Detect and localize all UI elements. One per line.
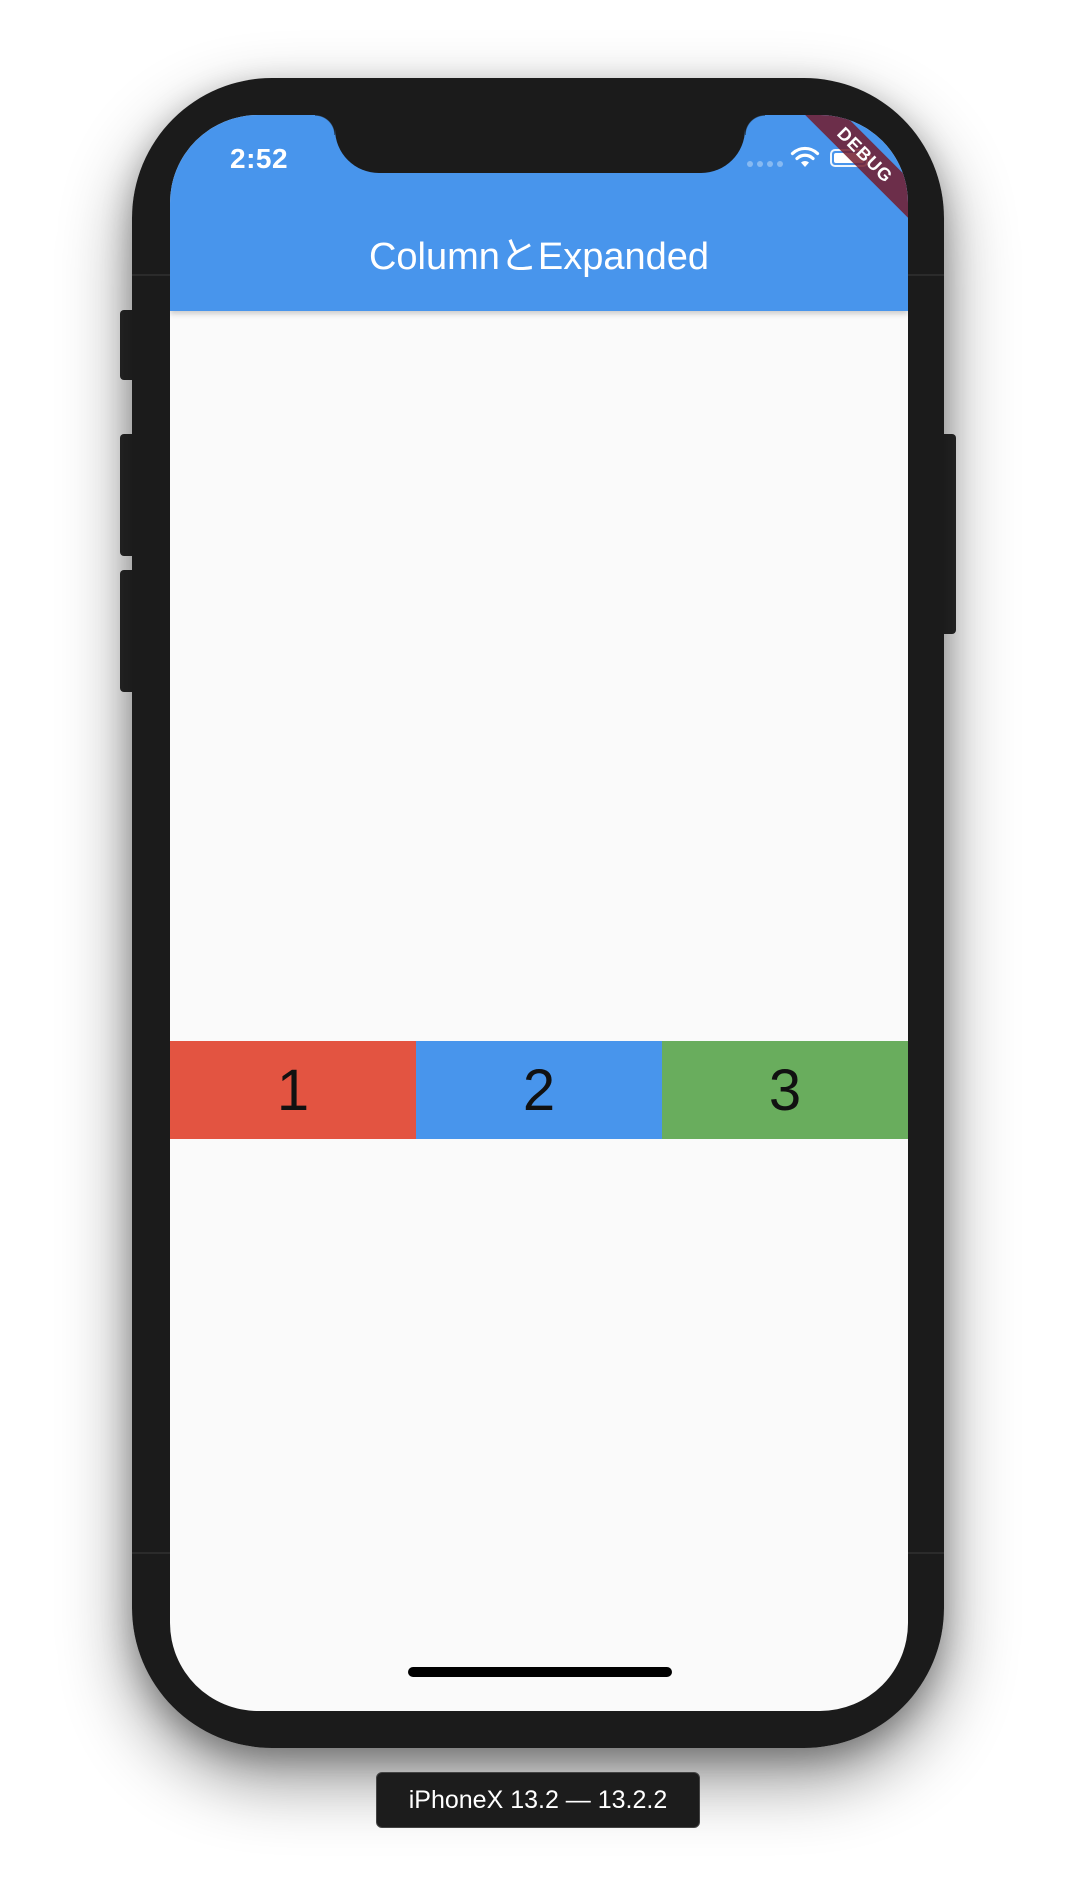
home-indicator[interactable] [408, 1667, 672, 1677]
notch [315, 115, 765, 173]
device-label: iPhoneX 13.2 — 13.2.2 [376, 1772, 700, 1828]
device-screen: 2:52 DEBUG ColumnとExpanded 1 2 3 [170, 115, 908, 1711]
phone-frame: 2:52 DEBUG ColumnとExpanded 1 2 3 [132, 78, 944, 1748]
cell-label: 2 [522, 1057, 556, 1123]
expanded-row: 1 2 3 [170, 1041, 908, 1139]
simulator-stage: 2:52 DEBUG ColumnとExpanded 1 2 3 iPhoneX… [0, 0, 1076, 1900]
expanded-cell-1: 1 [170, 1041, 416, 1139]
cell-label: 3 [768, 1057, 802, 1123]
expanded-cell-3: 3 [662, 1041, 908, 1139]
page-title: ColumnとExpanded [368, 236, 710, 278]
expanded-cell-2: 2 [416, 1041, 662, 1139]
status-time: 2:52 [230, 143, 289, 174]
cell-label: 1 [276, 1057, 310, 1123]
debug-banner: DEBUG [794, 115, 908, 226]
